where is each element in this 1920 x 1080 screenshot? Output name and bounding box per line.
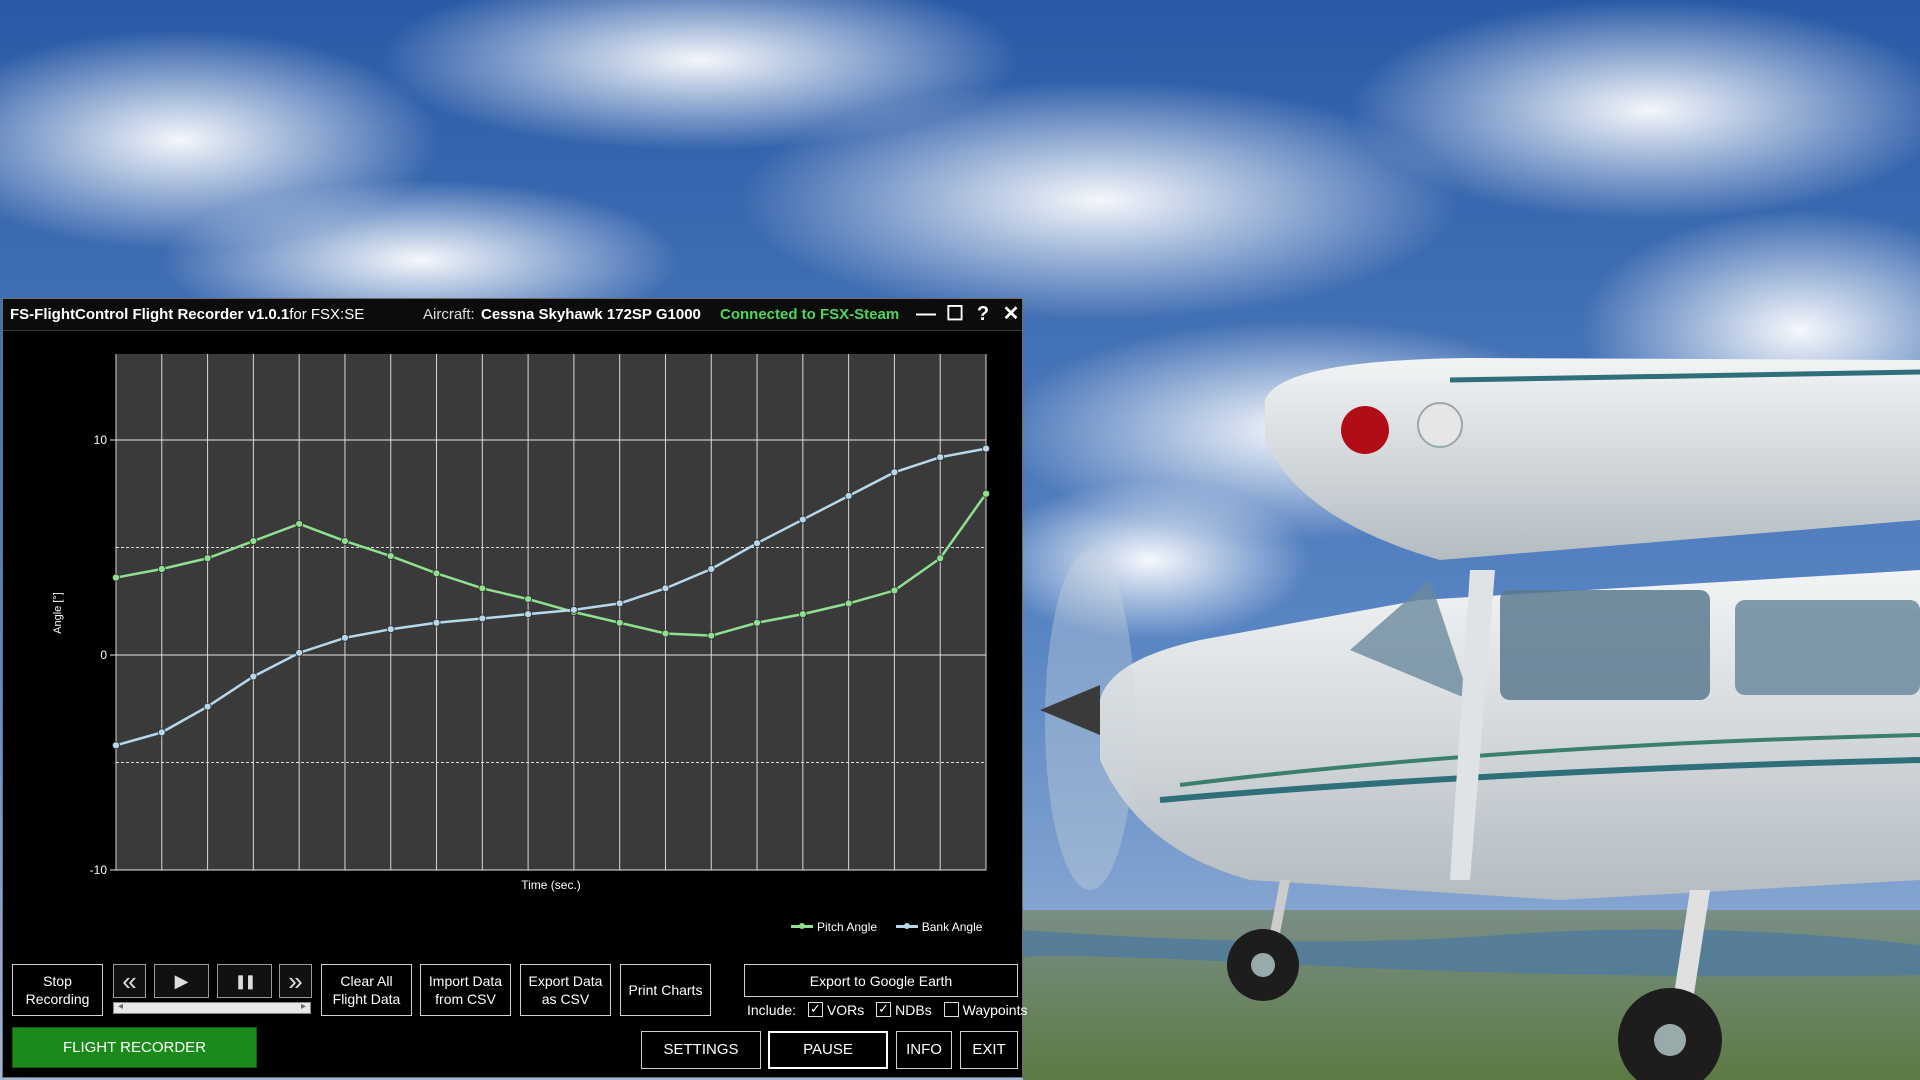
sim-label: for FSX:SE [289,306,364,323]
y-tick-labels: 10 0 -10 [90,433,108,877]
pitch-angle-point [296,520,303,527]
title-bar[interactable]: FS-FlightControl Flight Recorder v1.0.1f… [3,299,1022,331]
chart-legend: Pitch Angle Bank Angle [791,920,982,934]
pitch-angle-point [891,587,898,594]
minimize-icon[interactable]: — [914,302,938,326]
vors-label: VORs [827,1002,864,1018]
bank-angle-point [204,703,211,710]
app-title: FS-FlightControl Flight Recorder v1.0.1f… [10,299,364,331]
bank-angle-point [754,540,761,547]
pitch-angle-point [662,630,669,637]
include-label: Include: [747,1002,796,1018]
bank-legend-swatch [896,925,918,928]
waypoints-label: Waypoints [963,1002,1028,1018]
print-charts-button[interactable]: Print Charts [620,964,711,1016]
close-icon[interactable]: ✕ [999,302,1023,326]
connection-status: Connected to FSX-Steam [720,299,899,331]
bank-angle-point [616,600,623,607]
y-tick-label: -10 [90,863,108,877]
bank-angle-point [708,566,715,573]
pitch-angle-point [754,619,761,626]
bank-angle-point [113,742,120,749]
pitch-angle-point [983,490,990,497]
bank-angle-point [937,454,944,461]
pause-button[interactable]: PAUSE [768,1031,888,1069]
playback-slider[interactable]: ◂ ▸ [113,1002,311,1014]
pitch-angle-point [479,585,486,592]
info-button[interactable]: INFO [896,1031,952,1069]
bank-angle-point [845,492,852,499]
angle-chart: 10 0 -10 Time (sec.) Angle [°] [3,331,1022,1011]
maximize-icon[interactable]: ☐ [943,302,967,326]
pitch-angle-point [341,538,348,545]
fast-forward-icon: » [288,968,302,994]
bank-angle-point [296,649,303,656]
aircraft-name: Cessna Skyhawk 172SP G1000 [481,299,701,331]
pitch-angle-point [845,600,852,607]
slider-left-arrow[interactable]: ◂ [118,1001,123,1012]
bank-angle-point [479,615,486,622]
export-csv-button[interactable]: Export Data as CSV [520,964,611,1016]
clear-all-flight-data-button[interactable]: Clear All Flight Data [321,964,412,1016]
y-axis-label: Angle [°] [52,592,64,634]
settings-button[interactable]: SETTINGS [641,1031,761,1069]
bank-angle-point [433,619,440,626]
y-tick-label: 10 [94,433,108,447]
pitch-angle-point [525,596,532,603]
pitch-angle-point [708,632,715,639]
waypoints-checkbox[interactable] [944,1002,959,1017]
pitch-angle-point [113,574,120,581]
fast-forward-button[interactable]: » [279,964,312,998]
flight-recorder-button[interactable]: FLIGHT RECORDER [12,1027,257,1068]
pitch-angle-point [158,566,165,573]
bank-angle-point [250,673,257,680]
pitch-angle-point [937,555,944,562]
pitch-legend-swatch [791,925,813,928]
bank-angle-point [662,585,669,592]
play-button[interactable]: ▶ [154,964,209,998]
pitch-angle-point [799,611,806,618]
ndbs-label: NDBs [895,1002,932,1018]
rewind-icon: « [122,968,136,994]
y-tick-label: 0 [100,648,107,662]
import-csv-button[interactable]: Import Data from CSV [420,964,511,1016]
pause-icon: ❚❚ [235,973,254,990]
bank-angle-point [158,729,165,736]
pitch-angle-point [250,538,257,545]
include-options: Include: VORs NDBs Waypoints [747,1000,1027,1020]
play-icon: ▶ [175,971,189,992]
pitch-angle-point [433,570,440,577]
pitch-legend-label: Pitch Angle [817,920,877,934]
flight-recorder-window: FS-FlightControl Flight Recorder v1.0.1f… [2,298,1023,1078]
export-google-earth-button[interactable]: Export to Google Earth [744,964,1018,997]
stop-recording-button[interactable]: Stop Recording [12,964,103,1016]
pause-playback-button[interactable]: ❚❚ [217,964,272,998]
rewind-button[interactable]: « [113,964,146,998]
slider-right-arrow[interactable]: ▸ [301,1001,306,1012]
bank-legend-label: Bank Angle [922,920,983,934]
aircraft-label: Aircraft: [423,299,475,331]
pitch-angle-point [204,555,211,562]
bank-angle-point [799,516,806,523]
vors-checkbox[interactable] [808,1002,823,1017]
help-icon[interactable]: ? [971,302,995,326]
bank-angle-point [983,445,990,452]
bank-angle-point [891,469,898,476]
bank-angle-point [570,606,577,613]
exit-button[interactable]: EXIT [960,1031,1018,1069]
pitch-angle-point [387,553,394,560]
bank-angle-point [525,611,532,618]
bank-angle-point [341,634,348,641]
x-axis-label: Time (sec.) [521,878,581,892]
pitch-angle-point [616,619,623,626]
bank-angle-point [387,626,394,633]
ndbs-checkbox[interactable] [876,1002,891,1017]
